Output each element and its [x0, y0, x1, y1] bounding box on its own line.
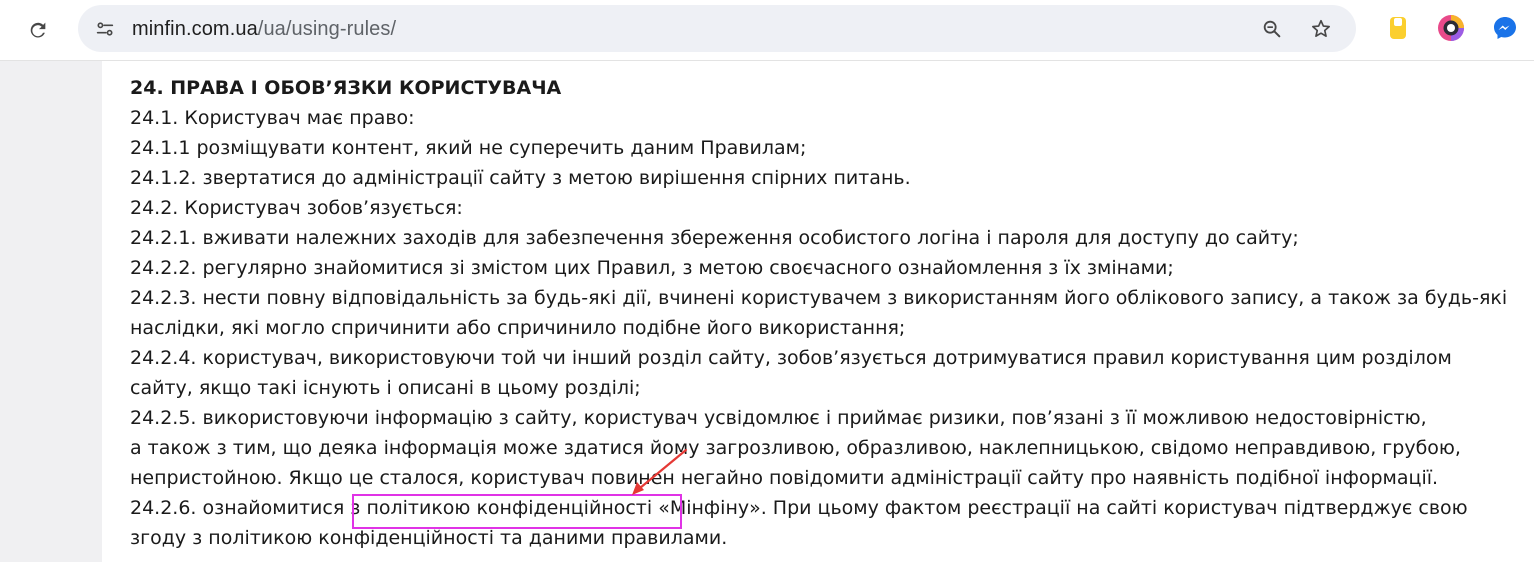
doc-line-2426-prefix: 24.2.6. ознайомитися [130, 497, 351, 519]
site-info-icon [96, 22, 114, 36]
extension-notes-button[interactable] [1384, 14, 1412, 42]
doc-line: 24.2.3. нести повну відповідальність за … [130, 287, 1508, 309]
doc-line: сайту, якщо такі існують і описані в цьо… [130, 377, 641, 399]
section-heading: 24. ПРАВА І ОБОВ’ЯЗКИ КОРИСТУВАЧА [130, 77, 562, 99]
left-gutter [0, 61, 102, 562]
annotation-arrow-icon [632, 448, 688, 495]
zoom-icon [1263, 20, 1281, 38]
doc-line-2426-suffix: «Мінфіну». При цьому фактом реєстрації н… [652, 497, 1468, 519]
url-path: /ua/using-rules/ [257, 18, 397, 40]
doc-line: 24.1.2. звертатися до адміністрації сайт… [130, 167, 911, 189]
extension-messenger-icon [1494, 17, 1516, 39]
doc-line: 24.2.2. регулярно знайомитися зі змістом… [130, 257, 1174, 279]
doc-line: 24.2. Користувач зобов’язується: [130, 197, 463, 219]
page-content: 24. ПРАВА І ОБОВ’ЯЗКИ КОРИСТУВАЧА 24.1. … [102, 61, 1534, 562]
reload-icon [30, 22, 46, 38]
url-text[interactable]: minfin.com.ua/ua/using-rules/ [132, 18, 396, 41]
address-bar[interactable]: minfin.com.ua/ua/using-rules/ [78, 5, 1356, 52]
doc-line: 24.2.4. користувач, використовуючи той ч… [130, 347, 1452, 369]
bookmark-star-icon [1312, 19, 1330, 37]
doc-line: 24.2.1. вживати належних заходів для заб… [130, 227, 1299, 249]
doc-line: 24.1.1 розміщувати контент, який не супе… [130, 137, 807, 159]
url-host: minfin.com.ua [132, 18, 258, 40]
extension-messenger-button[interactable] [1491, 14, 1519, 42]
site-info-button[interactable] [90, 14, 120, 44]
doc-line: а також з тим, що деяка інформація може … [130, 437, 1461, 459]
extension-notes-icon [1390, 17, 1406, 39]
doc-line: наслідки, які могло спричинити або сприч… [130, 317, 906, 339]
doc-line: 24.2.5. використовуючи інформацію з сайт… [130, 407, 1427, 429]
bookmark-button[interactable] [1307, 15, 1335, 43]
doc-line: непристойною. Якщо це сталося, користува… [130, 467, 1439, 489]
terms-document: 24. ПРАВА І ОБОВ’ЯЗКИ КОРИСТУВАЧА 24.1. … [130, 73, 1534, 553]
doc-line: згоду з політикою конфіденційності та да… [130, 527, 728, 549]
doc-line-2426: 24.2.6. ознайомитися з політикою конфіде… [130, 493, 1534, 523]
doc-line: 24.1. Користувач має право: [130, 107, 415, 129]
zoom-button[interactable] [1258, 15, 1286, 43]
reload-button[interactable] [22, 14, 54, 46]
browser-toolbar: minfin.com.ua/ua/using-rules/ [0, 0, 1534, 61]
extension-camera-button[interactable] [1437, 14, 1465, 42]
extension-camera-icon [1438, 15, 1464, 41]
